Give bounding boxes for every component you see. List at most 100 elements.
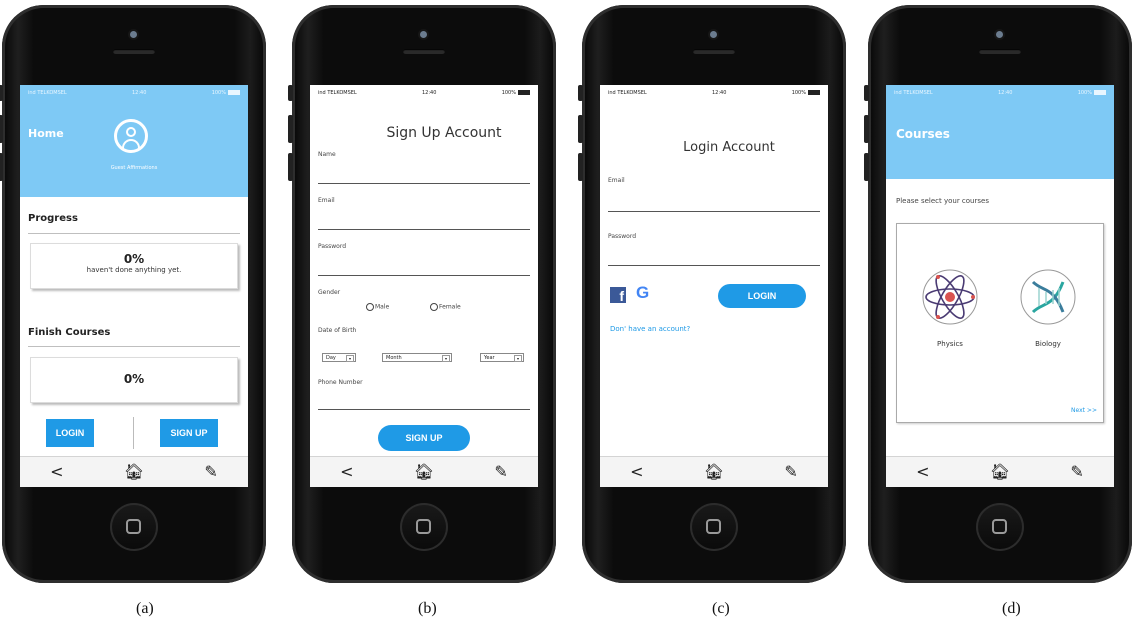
side-button bbox=[288, 115, 293, 143]
dob-year-value: Year bbox=[484, 355, 495, 361]
home-icon[interactable]: 🏠︎ bbox=[990, 464, 1010, 480]
camera bbox=[420, 31, 427, 38]
dob-year-select[interactable]: Year ▾ bbox=[480, 353, 524, 362]
name-field[interactable] bbox=[318, 183, 530, 184]
caption-b: (b) bbox=[418, 600, 437, 617]
status-bar: ind TELKOMSEL 12:40 100% bbox=[20, 85, 248, 101]
facebook-icon[interactable]: f bbox=[610, 287, 626, 304]
battery-text: 100% bbox=[211, 90, 226, 96]
time-text: 12:40 bbox=[131, 90, 147, 96]
divider bbox=[28, 233, 240, 234]
signup-link[interactable]: Don' have an account? bbox=[610, 325, 690, 333]
camera bbox=[710, 31, 717, 38]
status-bar: ind TELKOMSEL 12:40 100% bbox=[600, 85, 828, 101]
phone-frame-b: ind TELKOMSEL 12:40 100% Sign Up Account… bbox=[288, 5, 556, 583]
edit-icon[interactable]: ✎ bbox=[1070, 464, 1083, 480]
back-icon[interactable]: < bbox=[630, 464, 643, 480]
phone-field[interactable] bbox=[318, 409, 530, 410]
phone-frame-a: ind TELKOMSEL 12:40 100% Home Guest Affi… bbox=[0, 5, 266, 583]
bottom-nav: < 🏠︎ ✎ bbox=[886, 456, 1114, 487]
hardware-home-button[interactable] bbox=[976, 503, 1024, 551]
radio-icon bbox=[366, 303, 374, 311]
side-button bbox=[0, 115, 3, 143]
dob-month-select[interactable]: Month ▾ bbox=[382, 353, 452, 362]
gender-male-radio[interactable]: Male bbox=[366, 303, 389, 311]
gender-male-label: Male bbox=[375, 303, 390, 311]
gender-label: Gender bbox=[318, 289, 341, 296]
back-icon[interactable]: < bbox=[340, 464, 353, 480]
dna-icon bbox=[1020, 269, 1076, 325]
divider bbox=[28, 346, 240, 347]
side-button bbox=[864, 153, 869, 181]
side-button bbox=[0, 85, 3, 101]
battery-indicator: 100% bbox=[212, 90, 240, 96]
carrier-text: ind TELKOMSEL bbox=[28, 90, 67, 96]
battery-icon bbox=[517, 90, 530, 95]
avatar-icon[interactable] bbox=[114, 119, 148, 153]
email-field[interactable] bbox=[318, 229, 530, 230]
battery-text: 100% bbox=[791, 90, 806, 96]
side-button bbox=[578, 153, 583, 181]
battery-indicator: 100% bbox=[1078, 90, 1106, 96]
course-physics-label: Physics bbox=[937, 340, 963, 348]
carrier-text: ind TELKOMSEL bbox=[608, 90, 647, 96]
page-title: Sign Up Account bbox=[386, 125, 502, 141]
gender-female-label: Female bbox=[439, 303, 461, 311]
finish-courses-title: Finish Courses bbox=[28, 327, 111, 338]
vertical-divider bbox=[133, 417, 134, 449]
side-button bbox=[578, 85, 583, 101]
login-screen: ind TELKOMSEL 12:40 100% Login Account E… bbox=[600, 85, 828, 487]
signup-button[interactable]: SIGN UP bbox=[160, 419, 218, 447]
side-button bbox=[864, 115, 869, 143]
dob-day-select[interactable]: Day ▾ bbox=[322, 353, 356, 362]
password-field[interactable] bbox=[608, 265, 820, 266]
name-label: Name bbox=[318, 151, 336, 158]
camera bbox=[130, 31, 137, 38]
home-icon[interactable]: 🏠︎ bbox=[414, 464, 434, 480]
time-text: 12:40 bbox=[711, 90, 727, 96]
bottom-nav: < 🏠︎ ✎ bbox=[600, 456, 828, 487]
hardware-home-button[interactable] bbox=[110, 503, 158, 551]
login-button[interactable]: LOGIN bbox=[46, 419, 94, 447]
next-link[interactable]: Next >> bbox=[1071, 407, 1097, 414]
back-icon[interactable]: < bbox=[916, 464, 929, 480]
phone-label: Phone Number bbox=[318, 379, 363, 386]
bottom-nav: < 🏠︎ ✎ bbox=[20, 456, 248, 487]
edit-icon[interactable]: ✎ bbox=[784, 464, 797, 480]
course-biology[interactable]: Biology bbox=[1015, 268, 1081, 348]
camera bbox=[996, 31, 1003, 38]
password-field[interactable] bbox=[318, 275, 530, 276]
caption-a: (a) bbox=[136, 600, 154, 617]
dob-month-value: Month bbox=[386, 355, 402, 361]
course-biology-label: Biology bbox=[1035, 340, 1061, 348]
progress-title: Progress bbox=[28, 213, 78, 224]
home-icon[interactable]: 🏠︎ bbox=[124, 464, 144, 480]
hardware-home-button[interactable] bbox=[690, 503, 738, 551]
courses-prompt: Please select your courses bbox=[896, 197, 989, 205]
signup-screen: ind TELKOMSEL 12:40 100% Sign Up Account… bbox=[310, 85, 538, 487]
status-bar: ind TELKOMSEL 12:40 100% bbox=[886, 85, 1114, 101]
edit-icon[interactable]: ✎ bbox=[204, 464, 217, 480]
back-icon[interactable]: < bbox=[50, 464, 63, 480]
hardware-home-button[interactable] bbox=[400, 503, 448, 551]
courses-screen: ind TELKOMSEL 12:40 100% Courses Please … bbox=[886, 85, 1114, 487]
home-screen: ind TELKOMSEL 12:40 100% Home Guest Affi… bbox=[20, 85, 248, 487]
radio-icon bbox=[430, 303, 438, 311]
battery-indicator: 100% bbox=[792, 90, 820, 96]
google-icon[interactable]: G bbox=[636, 283, 649, 303]
gender-female-radio[interactable]: Female bbox=[430, 303, 461, 311]
signup-button[interactable]: SIGN UP bbox=[378, 425, 470, 451]
chevron-down-icon: ▾ bbox=[514, 355, 522, 362]
login-button[interactable]: LOGIN bbox=[718, 284, 806, 308]
time-text: 12:40 bbox=[997, 90, 1013, 96]
email-field[interactable] bbox=[608, 211, 820, 212]
chevron-down-icon: ▾ bbox=[346, 355, 354, 362]
course-physics[interactable]: Physics bbox=[917, 268, 983, 348]
dob-label: Date of Birth bbox=[318, 327, 357, 334]
time-text: 12:40 bbox=[421, 90, 437, 96]
course-selection-box: Physics Biology Next >> bbox=[896, 223, 1104, 423]
battery-icon bbox=[227, 90, 240, 95]
finish-courses-card: 0% bbox=[30, 357, 238, 403]
edit-icon[interactable]: ✎ bbox=[494, 464, 507, 480]
home-icon[interactable]: 🏠︎ bbox=[704, 464, 724, 480]
